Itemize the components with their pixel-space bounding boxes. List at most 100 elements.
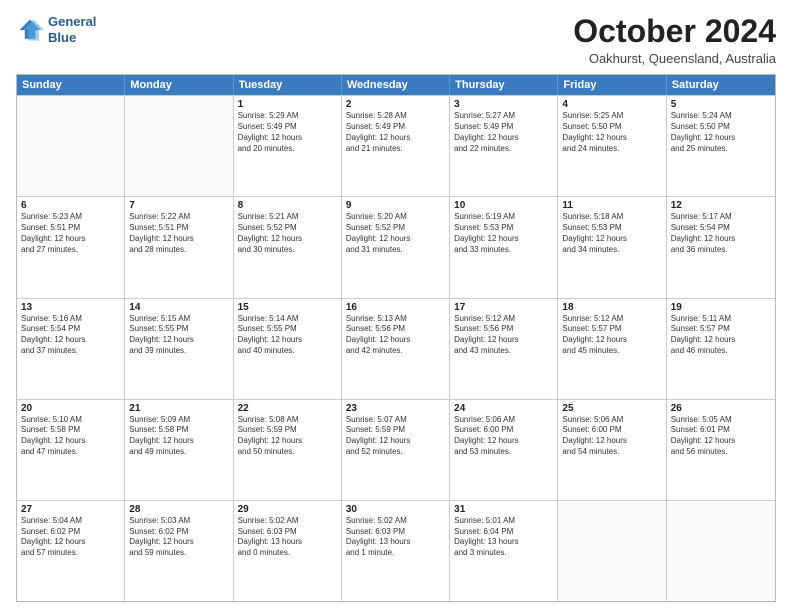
header: General Blue October 2024 Oakhurst, Quee… [16,14,776,66]
cell-info-line: Sunrise: 5:14 AM [238,314,337,325]
cell-info-line: Sunset: 5:58 PM [21,425,120,436]
calendar-cell: 30Sunrise: 5:02 AMSunset: 6:03 PMDayligh… [342,501,450,601]
calendar-cell: 1Sunrise: 5:29 AMSunset: 5:49 PMDaylight… [234,96,342,196]
cell-info-line: Daylight: 12 hours [238,436,337,447]
cell-info-line: Sunset: 5:55 PM [129,324,228,335]
cell-info-line: Sunrise: 5:02 AM [238,516,337,527]
cell-info-line: Daylight: 12 hours [562,133,661,144]
calendar-header: SundayMondayTuesdayWednesdayThursdayFrid… [17,75,775,95]
cell-info-line: Sunrise: 5:09 AM [129,415,228,426]
day-number: 28 [129,504,228,515]
cell-info-line: Daylight: 12 hours [454,436,553,447]
day-number: 24 [454,403,553,414]
cell-info-line: and 36 minutes. [671,245,771,256]
cell-info-line: Sunset: 5:56 PM [346,324,445,335]
cell-info-line: Sunset: 5:57 PM [671,324,771,335]
weekday-header: Wednesday [342,75,450,95]
day-number: 27 [21,504,120,515]
cell-info-line: and 46 minutes. [671,346,771,357]
cell-info-line: and 1 minute. [346,548,445,559]
cell-info-line: Daylight: 12 hours [562,335,661,346]
calendar-cell: 4Sunrise: 5:25 AMSunset: 5:50 PMDaylight… [558,96,666,196]
calendar-cell: 8Sunrise: 5:21 AMSunset: 5:52 PMDaylight… [234,197,342,297]
calendar-cell: 29Sunrise: 5:02 AMSunset: 6:03 PMDayligh… [234,501,342,601]
cell-info-line: Daylight: 12 hours [671,436,771,447]
calendar-body: 1Sunrise: 5:29 AMSunset: 5:49 PMDaylight… [17,95,775,601]
cell-info-line: Sunset: 6:02 PM [21,527,120,538]
day-number: 12 [671,200,771,211]
day-number: 9 [346,200,445,211]
cell-info-line: Daylight: 12 hours [562,234,661,245]
day-number: 15 [238,302,337,313]
cell-info-line: Daylight: 12 hours [562,436,661,447]
cell-info-line: Daylight: 12 hours [346,335,445,346]
day-number: 22 [238,403,337,414]
day-number: 30 [346,504,445,515]
cell-info-line: Sunrise: 5:08 AM [238,415,337,426]
cell-info-line: Sunset: 6:03 PM [238,527,337,538]
cell-info-line: and 27 minutes. [21,245,120,256]
cell-info-line: and 52 minutes. [346,447,445,458]
day-number: 23 [346,403,445,414]
location: Oakhurst, Queensland, Australia [573,51,776,66]
cell-info-line: Sunset: 5:51 PM [129,223,228,234]
cell-info-line: Sunrise: 5:01 AM [454,516,553,527]
cell-info-line: Sunset: 5:59 PM [346,425,445,436]
cell-info-line: Sunrise: 5:13 AM [346,314,445,325]
cell-info-line: Daylight: 12 hours [129,537,228,548]
cell-info-line: Sunrise: 5:11 AM [671,314,771,325]
cell-info-line: Daylight: 12 hours [238,133,337,144]
cell-info-line: Sunset: 5:54 PM [21,324,120,335]
cell-info-line: Daylight: 12 hours [129,234,228,245]
day-number: 18 [562,302,661,313]
cell-info-line: Sunrise: 5:07 AM [346,415,445,426]
cell-info-line: and 34 minutes. [562,245,661,256]
cell-info-line: Sunrise: 5:12 AM [454,314,553,325]
weekday-header: Saturday [667,75,775,95]
cell-info-line: Sunset: 6:00 PM [562,425,661,436]
cell-info-line: Sunset: 5:53 PM [454,223,553,234]
day-number: 31 [454,504,553,515]
calendar-cell: 17Sunrise: 5:12 AMSunset: 5:56 PMDayligh… [450,299,558,399]
cell-info-line: Sunset: 6:01 PM [671,425,771,436]
cell-info-line: Daylight: 12 hours [21,436,120,447]
calendar-cell: 11Sunrise: 5:18 AMSunset: 5:53 PMDayligh… [558,197,666,297]
weekday-header: Monday [125,75,233,95]
cell-info-line: and 37 minutes. [21,346,120,357]
day-number: 17 [454,302,553,313]
calendar-cell: 6Sunrise: 5:23 AMSunset: 5:51 PMDaylight… [17,197,125,297]
day-number: 3 [454,99,553,110]
month-title: October 2024 [573,14,776,49]
calendar-cell: 9Sunrise: 5:20 AMSunset: 5:52 PMDaylight… [342,197,450,297]
cell-info-line: and 24 minutes. [562,144,661,155]
page: General Blue October 2024 Oakhurst, Quee… [0,0,792,612]
calendar-cell: 13Sunrise: 5:16 AMSunset: 5:54 PMDayligh… [17,299,125,399]
cell-info-line: Daylight: 12 hours [21,234,120,245]
cell-info-line: Sunset: 5:50 PM [562,122,661,133]
cell-info-line: and 53 minutes. [454,447,553,458]
cell-info-line: Sunset: 5:57 PM [562,324,661,335]
cell-info-line: Sunrise: 5:06 AM [562,415,661,426]
cell-info-line: and 50 minutes. [238,447,337,458]
cell-info-line: Sunset: 5:58 PM [129,425,228,436]
cell-info-line: and 43 minutes. [454,346,553,357]
day-number: 14 [129,302,228,313]
cell-info-line: Sunset: 6:02 PM [129,527,228,538]
day-number: 1 [238,99,337,110]
cell-info-line: Daylight: 12 hours [671,335,771,346]
cell-info-line: and 47 minutes. [21,447,120,458]
cell-info-line: and 40 minutes. [238,346,337,357]
calendar-cell: 18Sunrise: 5:12 AMSunset: 5:57 PMDayligh… [558,299,666,399]
cell-info-line: and 49 minutes. [129,447,228,458]
cell-info-line: and 33 minutes. [454,245,553,256]
day-number: 26 [671,403,771,414]
cell-info-line: and 57 minutes. [21,548,120,559]
day-number: 5 [671,99,771,110]
day-number: 4 [562,99,661,110]
calendar-row: 27Sunrise: 5:04 AMSunset: 6:02 PMDayligh… [17,500,775,601]
day-number: 2 [346,99,445,110]
cell-info-line: Daylight: 13 hours [238,537,337,548]
cell-info-line: Sunrise: 5:22 AM [129,212,228,223]
calendar-cell: 21Sunrise: 5:09 AMSunset: 5:58 PMDayligh… [125,400,233,500]
logo-icon [16,16,44,44]
